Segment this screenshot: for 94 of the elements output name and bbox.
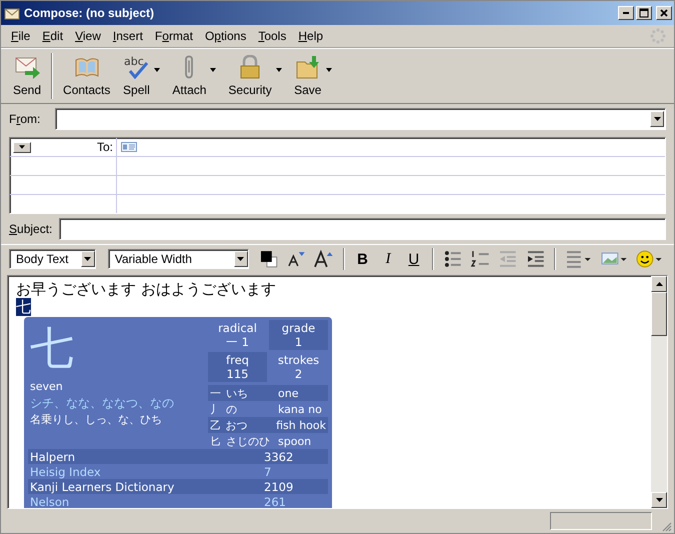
component-reading: さじのひ	[226, 434, 271, 448]
menu-item[interactable]: File	[5, 29, 36, 43]
stat-value: 2	[294, 367, 302, 381]
indent-icon[interactable]	[526, 249, 546, 269]
dropdown-arrow-icon	[19, 145, 25, 149]
envelope-arrow-icon	[13, 55, 42, 79]
menu-item[interactable]: Tools	[252, 29, 292, 43]
stat-value: 1	[294, 335, 302, 349]
caret-icon[interactable]	[154, 68, 160, 72]
menu-item[interactable]: Help	[292, 29, 330, 43]
subject-field[interactable]	[59, 218, 666, 240]
minimize-button[interactable]	[618, 6, 634, 20]
component-meaning: fish hook	[276, 418, 326, 432]
stat-label: grade	[282, 321, 316, 335]
component-reading: いち	[226, 386, 249, 400]
caret-icon[interactable]	[326, 68, 332, 72]
component-char: 乙	[210, 418, 222, 432]
maximize-button[interactable]	[636, 6, 652, 20]
font-select[interactable]: Variable Width	[108, 249, 249, 269]
stat-label: radical	[218, 321, 257, 335]
menu-item[interactable]: Insert	[106, 29, 149, 43]
toolbar-button[interactable]: Security	[222, 53, 278, 99]
dropdown-arrow-icon	[84, 257, 92, 261]
dropdown-arrow-icon	[654, 117, 660, 121]
window-title: Compose: (no subject)	[24, 6, 156, 20]
toolbar-button[interactable]: Attach	[166, 53, 212, 99]
subject-label: Subject:	[9, 222, 49, 236]
reference-value: 2109	[264, 480, 294, 494]
toolbar-button[interactable]: Contacts	[57, 53, 116, 99]
resize-grip-icon[interactable]	[660, 520, 672, 532]
reference-name: Nelson	[30, 494, 70, 508]
larger-font-icon[interactable]	[314, 249, 334, 269]
menu-item[interactable]: View	[69, 29, 107, 43]
up-arrow-icon	[656, 282, 662, 286]
stat-label: strokes	[278, 353, 320, 367]
kanji-readings: シチ、なな、ななつ、なの	[30, 395, 175, 412]
paragraph-style-select[interactable]: Body Text	[9, 249, 96, 269]
caret-icon[interactable]	[276, 68, 282, 72]
reference-value: 261	[264, 494, 286, 508]
menu-item[interactable]: Edit	[36, 29, 70, 43]
kanji-character: 七	[30, 322, 75, 376]
stat-value: 115	[226, 367, 248, 381]
folder-arrow-icon	[294, 55, 322, 79]
reference-value: 7	[264, 464, 272, 478]
format-button[interactable]: U	[402, 250, 425, 268]
throbber-icon	[650, 28, 666, 44]
stat-value: 一 1	[226, 335, 249, 349]
recipient-type-dropdown[interactable]	[13, 142, 31, 152]
smiley-icon[interactable]	[636, 249, 664, 269]
component-meaning: one	[278, 386, 298, 400]
down-arrow-icon	[656, 498, 662, 502]
smaller-font-icon[interactable]	[286, 249, 306, 269]
reference-name: Halpern	[30, 450, 76, 464]
component-char: 丿	[210, 402, 222, 416]
kanji-nanori: 名乗りし、しっ、な、ひち	[30, 412, 163, 427]
component-meaning: kana no	[278, 402, 322, 416]
format-button[interactable]: I	[377, 250, 399, 268]
dropdown-arrow-icon	[237, 257, 244, 261]
address-card-icon	[121, 142, 137, 152]
paperclip-icon	[185, 55, 194, 79]
vertical-scrollbar[interactable]	[651, 276, 667, 508]
menu-item[interactable]: Format	[148, 29, 199, 43]
reference-name: Heisig Index	[30, 464, 102, 478]
kanji-meaning: seven	[30, 380, 64, 393]
from-field[interactable]	[55, 108, 666, 130]
to-label: To:	[96, 140, 113, 154]
maximize-icon	[639, 8, 649, 18]
scroll-down-button[interactable]	[651, 492, 667, 508]
component-reading: おつ	[226, 418, 249, 432]
scroll-thumb[interactable]	[651, 292, 667, 336]
toolbar-button[interactable]: abc Spell	[116, 53, 156, 99]
component-char: 一	[210, 386, 222, 400]
minimize-icon	[623, 12, 629, 14]
book-icon	[72, 55, 101, 79]
close-icon	[659, 8, 669, 18]
selected-text: 七	[16, 298, 31, 316]
toolbar-button[interactable]: Send	[7, 53, 48, 99]
reference-value: 3362	[264, 450, 294, 464]
component-meaning: spoon	[278, 434, 312, 448]
reference-name: Kanji Learners Dictionary	[30, 480, 176, 494]
component-char: 匕	[210, 434, 222, 448]
menu-item[interactable]: Options	[198, 29, 252, 43]
format-button[interactable]: B	[352, 250, 374, 268]
stat-label: freq	[226, 353, 249, 367]
bullet-list-icon[interactable]	[442, 249, 462, 269]
numbered-list-icon[interactable]	[470, 249, 490, 269]
text-color-icon[interactable]	[258, 249, 278, 269]
from-label: From:	[9, 112, 42, 126]
close-button[interactable]	[656, 6, 672, 20]
caret-icon[interactable]	[210, 68, 216, 72]
scroll-up-button[interactable]	[651, 276, 667, 292]
toolbar-button[interactable]: Save	[288, 53, 328, 99]
body-text: お早うございます おはようございます	[16, 280, 277, 298]
component-reading: の	[226, 402, 238, 416]
